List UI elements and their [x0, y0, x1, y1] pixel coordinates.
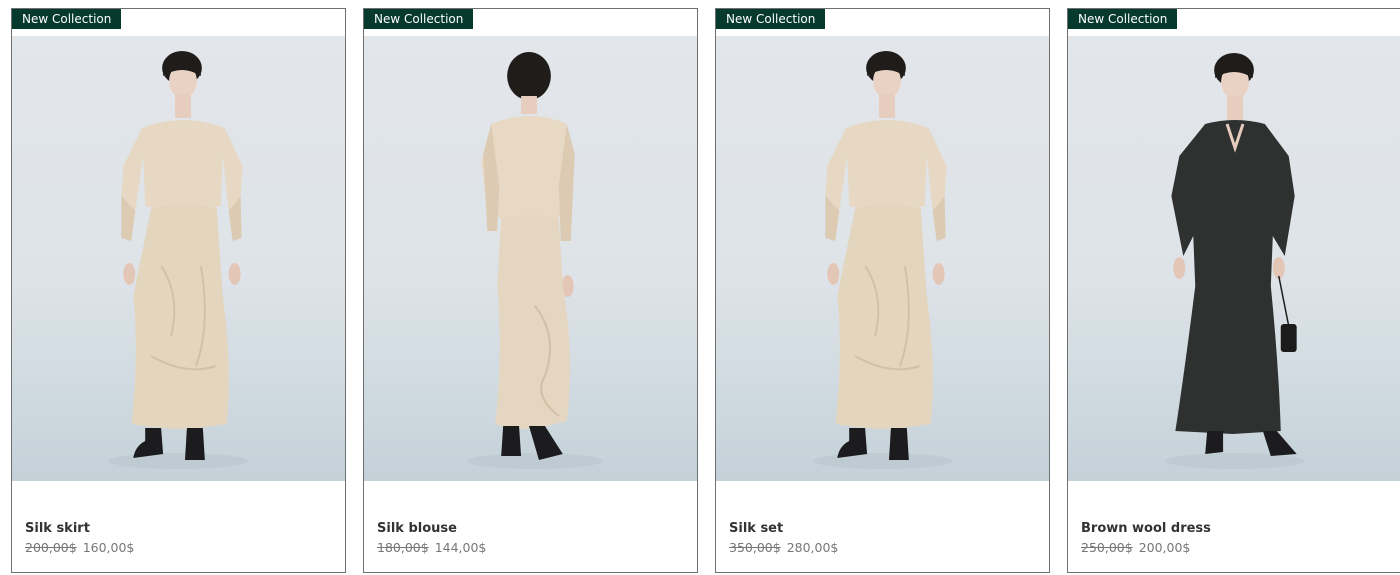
product-info: Silk skirt 200,00$ 160,00$ [25, 520, 335, 556]
price-row: 350,00$ 280,00$ [729, 540, 1039, 556]
original-price: 180,00$ [377, 540, 429, 555]
new-collection-badge: New Collection [364, 9, 474, 29]
sale-price: 200,00$ [1138, 540, 1191, 555]
product-image[interactable] [1068, 36, 1400, 481]
product-image[interactable] [716, 36, 1049, 481]
price-row: 200,00$ 160,00$ [25, 540, 335, 556]
original-price: 250,00$ [1081, 540, 1133, 555]
sale-price: 280,00$ [786, 540, 839, 555]
product-grid: New Collection Silk skirt 200,00$ 160,00… [0, 0, 1400, 575]
price-row: 180,00$ 144,00$ [377, 540, 687, 556]
product-card[interactable]: New Collection Silk blouse 180,00$ 144,0… [363, 8, 698, 573]
product-info: Silk blouse 180,00$ 144,00$ [377, 520, 687, 556]
product-name[interactable]: Silk set [729, 520, 1039, 537]
product-info: Silk set 350,00$ 280,00$ [729, 520, 1039, 556]
product-card[interactable]: New Collection Silk set 350,00$ 280,00$ [715, 8, 1050, 573]
product-name[interactable]: Brown wool dress [1081, 520, 1400, 537]
product-name[interactable]: Silk blouse [377, 520, 687, 537]
original-price: 350,00$ [729, 540, 781, 555]
product-card[interactable]: New Collection Silk skirt 200,00$ 160,00… [11, 8, 346, 573]
product-card[interactable]: New Collection Brown wool dress 250,00$ … [1067, 8, 1400, 573]
new-collection-badge: New Collection [1068, 9, 1178, 29]
product-image[interactable] [364, 36, 697, 481]
product-info: Brown wool dress 250,00$ 200,00$ [1081, 520, 1400, 556]
sale-price: 160,00$ [82, 540, 135, 555]
new-collection-badge: New Collection [12, 9, 122, 29]
product-name[interactable]: Silk skirt [25, 520, 335, 537]
new-collection-badge: New Collection [716, 9, 826, 29]
sale-price: 144,00$ [434, 540, 487, 555]
product-image[interactable] [12, 36, 345, 481]
original-price: 200,00$ [25, 540, 77, 555]
price-row: 250,00$ 200,00$ [1081, 540, 1400, 556]
